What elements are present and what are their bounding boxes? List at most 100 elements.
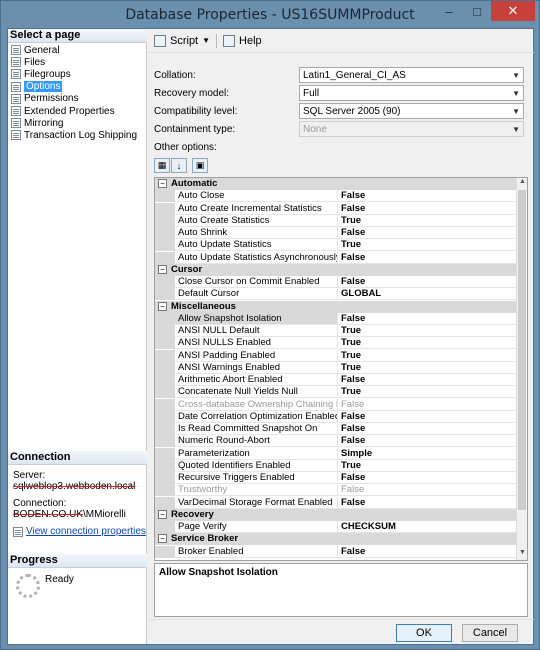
grid-category[interactable]: − Service Broker (155, 533, 517, 546)
help-button[interactable]: Help (223, 34, 262, 47)
grid-property-value[interactable]: False (338, 252, 517, 264)
grid-property-value[interactable]: CHECKSUM (338, 521, 517, 533)
grid-property-value[interactable]: False (338, 313, 517, 325)
grid-row[interactable]: Concatenate Null Yields Null True (155, 386, 517, 399)
grid-property-value[interactable]: True (338, 386, 517, 399)
grid-row[interactable]: Close Cursor on Commit Enabled False (155, 276, 517, 288)
view-connection-properties-link[interactable]: View connection properties (26, 526, 146, 537)
grid-property-value[interactable]: True (338, 337, 517, 350)
page-item-general[interactable]: General (11, 44, 60, 56)
grid-property-value[interactable]: True (338, 460, 517, 472)
grid-category-name: Cursor (171, 263, 203, 275)
grid-property-value[interactable]: False (338, 435, 517, 448)
scrollbar-thumb[interactable] (518, 190, 526, 510)
grid-row[interactable]: Broker Enabled False (155, 545, 517, 558)
grid-row-gutter (155, 190, 175, 203)
collapse-icon[interactable]: − (158, 534, 167, 544)
grid-property-name: Numeric Round-Abort (175, 435, 338, 448)
grid-row[interactable]: ANSI Warnings Enabled True (155, 361, 517, 374)
grid-property-value[interactable]: True (338, 325, 517, 337)
grid-category[interactable]: − Miscellaneous (155, 300, 517, 313)
property-pages-icon[interactable]: ▣ (192, 158, 208, 173)
grid-row[interactable]: Allow Snapshot Isolation False (155, 312, 517, 325)
view-connection-row[interactable]: View connection properties (13, 526, 146, 537)
page-item-extended-properties[interactable]: Extended Properties (11, 105, 115, 117)
grid-category[interactable]: − Automatic (155, 178, 517, 190)
progress-status: Ready (45, 574, 74, 585)
categorized-icon[interactable]: ▦ (154, 158, 170, 173)
grid-property-value[interactable]: False (338, 411, 517, 423)
grid-property-value[interactable]: False (338, 472, 517, 484)
grid-property-value[interactable]: False (338, 497, 517, 509)
grid-row[interactable]: ANSI Padding Enabled True (155, 349, 517, 362)
grid-row[interactable]: Auto Update Statistics True (155, 239, 517, 252)
sort-alphabetical-icon[interactable]: ↓ (171, 158, 187, 173)
grid-row[interactable]: Quoted Identifiers Enabled True (155, 459, 517, 472)
grid-row[interactable]: ANSI NULLS Enabled True (155, 337, 517, 350)
grid-property-value[interactable]: False (338, 374, 517, 386)
compatibility-level-select[interactable]: SQL Server 2005 (90) ▼ (299, 103, 524, 119)
grid-row[interactable]: Page Verify CHECKSUM (155, 521, 517, 533)
grid-property-value[interactable]: False (338, 423, 517, 435)
progress-spinner-icon (16, 574, 40, 598)
grid-row[interactable]: Auto Create Statistics True (155, 214, 517, 227)
grid-property-value[interactable]: False (338, 546, 517, 558)
collation-select[interactable]: Latin1_General_CI_AS ▼ (299, 67, 524, 83)
grid-row-gutter (155, 496, 175, 509)
grid-row[interactable]: VarDecimal Storage Format Enabled False (155, 496, 517, 509)
grid-scrollbar[interactable]: ▲ ▼ (516, 178, 527, 560)
grid-property-value[interactable]: True (338, 350, 517, 362)
grid-category[interactable]: − Recovery (155, 508, 517, 521)
scroll-up-icon[interactable]: ▲ (517, 178, 527, 189)
grid-row[interactable]: ANSI NULL Default True (155, 325, 517, 337)
grid-category-name: Miscellaneous (171, 300, 236, 312)
grid-row-gutter (155, 459, 175, 472)
grid-row-gutter (155, 472, 175, 484)
close-button[interactable]: ✕ (491, 1, 535, 21)
grid-property-value[interactable]: True (338, 215, 517, 227)
page-item-permissions[interactable]: Permissions (11, 93, 78, 105)
grid-property-value[interactable]: True (338, 362, 517, 374)
collapse-icon[interactable]: − (158, 509, 167, 519)
minimize-button[interactable]: – (435, 1, 463, 21)
chevron-down-icon[interactable]: ▼ (202, 36, 210, 45)
grid-row[interactable]: Auto Create Incremental Statistics False (155, 202, 517, 215)
cancel-button[interactable]: Cancel (462, 624, 518, 642)
collapse-icon[interactable]: − (158, 179, 167, 188)
grid-property-name: Close Cursor on Commit Enabled (175, 276, 338, 288)
collapse-icon[interactable]: − (158, 301, 167, 311)
ok-button[interactable]: OK (396, 624, 452, 642)
grid-row[interactable]: Is Read Committed Snapshot On False (155, 423, 517, 435)
grid-row[interactable]: Recursive Triggers Enabled False (155, 472, 517, 484)
compatibility-level-label: Compatibility level: (154, 105, 238, 117)
maximize-button[interactable]: □ (463, 1, 491, 21)
grid-row[interactable]: Date Correlation Optimization Enabled Fal… (155, 410, 517, 423)
script-button[interactable]: Script ▼ (154, 34, 210, 47)
grid-property-value[interactable]: False (338, 276, 517, 288)
page-item-files[interactable]: Files (11, 56, 45, 68)
grid-row[interactable]: Arithmetic Abort Enabled False (155, 374, 517, 386)
grid-property-value[interactable]: False (338, 227, 517, 239)
grid-category[interactable]: − Cursor (155, 263, 517, 276)
page-item-filegroups[interactable]: Filegroups (11, 68, 71, 80)
grid-row[interactable]: Parameterization Simple (155, 447, 517, 460)
grid-property-value[interactable]: GLOBAL (338, 288, 517, 301)
grid-property-value[interactable]: Simple (338, 448, 517, 460)
grid-row[interactable]: Default Cursor GLOBAL (155, 288, 517, 301)
grid-property-name: Trustworthy (175, 484, 338, 497)
grid-row[interactable]: Auto Shrink False (155, 227, 517, 239)
page-item-options[interactable]: Options (11, 81, 63, 93)
collapse-icon[interactable]: − (158, 264, 167, 274)
grid-row[interactable]: Numeric Round-Abort False (155, 435, 517, 448)
grid-property-value[interactable]: True (338, 239, 517, 252)
grid-row[interactable]: Auto Update Statistics Asynchronously Fal… (155, 251, 517, 264)
scroll-down-icon[interactable]: ▼ (517, 549, 527, 560)
grid-property-value[interactable]: False (338, 190, 517, 203)
recovery-model-select[interactable]: Full ▼ (299, 85, 524, 101)
page-item-mirroring[interactable]: Mirroring (11, 117, 63, 129)
page-item-transaction-log-shipping[interactable]: Transaction Log Shipping (11, 129, 137, 141)
grid-row-gutter (155, 251, 175, 264)
title-bar[interactable]: Database Properties - US16SUMMProduct – … (1, 1, 539, 28)
grid-row[interactable]: Auto Close False (155, 190, 517, 203)
grid-property-value[interactable]: False (338, 203, 517, 215)
